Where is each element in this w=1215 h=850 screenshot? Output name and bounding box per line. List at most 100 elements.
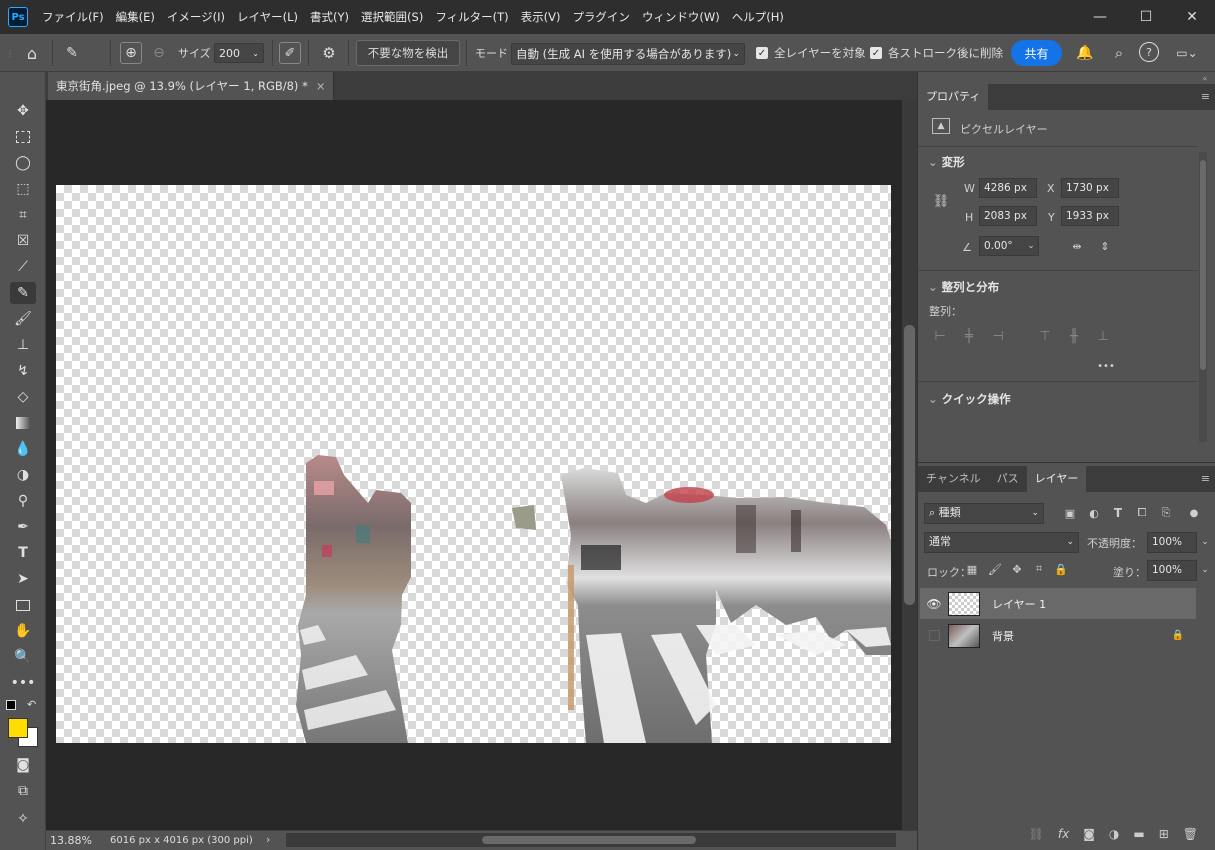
menu-image[interactable]: イメージ(I)	[161, 0, 231, 34]
type-tool-icon[interactable]: T	[10, 542, 36, 564]
close-button[interactable]: ✕	[1169, 0, 1215, 34]
horizontal-scrollbar-thumb[interactable]	[482, 836, 696, 844]
zoom-lens-tool-icon[interactable]: ⚲	[10, 490, 36, 512]
filter-smart-object-icon[interactable]: ⎘	[1158, 505, 1174, 521]
filter-type-icon[interactable]: T	[1110, 505, 1126, 521]
layer-row[interactable]: 背景 🔒	[920, 620, 1196, 651]
dodge-tool-icon[interactable]: ◑	[10, 464, 36, 486]
link-icon[interactable]: ⛓	[933, 192, 950, 210]
swap-colors-icon[interactable]: ↶	[27, 698, 36, 711]
adjustment-layer-icon[interactable]: ◑	[1109, 827, 1119, 841]
filter-toggle-icon[interactable]: ●	[1186, 503, 1202, 523]
lock-artboard-icon[interactable]: ⌗	[1032, 562, 1046, 576]
zoom-tool-icon[interactable]: 🔍	[10, 646, 36, 668]
new-group-icon[interactable]: ▬	[1133, 827, 1144, 841]
subtract-from-stroke-icon[interactable]: ⊖	[148, 42, 170, 64]
filter-pixel-icon[interactable]: ▣	[1062, 505, 1078, 521]
checkbox-all-layers[interactable]: ✓	[756, 47, 768, 59]
add-to-stroke-icon[interactable]: ⊕	[120, 42, 142, 64]
gear-icon[interactable]: ⚙	[316, 40, 342, 66]
align-center-h-icon[interactable]: ╪	[961, 328, 977, 344]
help-icon[interactable]: ?	[1139, 42, 1159, 62]
fill-field[interactable]: 100%	[1147, 560, 1197, 581]
width-field[interactable]: 4286 px	[979, 178, 1037, 198]
visibility-toggle[interactable]	[920, 630, 948, 641]
blur-tool-icon[interactable]: 💧	[10, 438, 36, 460]
tab-layers[interactable]: レイヤー	[1026, 466, 1087, 492]
quick-mask-icon[interactable]: ◙	[10, 754, 36, 776]
menu-view[interactable]: 表示(V)	[515, 0, 567, 34]
link-layers-icon[interactable]: ⛓	[1029, 827, 1044, 841]
object-selection-tool-icon[interactable]: ⬚	[10, 178, 36, 200]
lock-position-icon[interactable]: ✥	[1010, 562, 1024, 576]
panel-menu-icon[interactable]: ≡	[1195, 466, 1215, 492]
share-button[interactable]: 共有	[1011, 40, 1062, 66]
document-canvas[interactable]	[56, 185, 891, 743]
lock-all-icon[interactable]: 🔒	[1054, 562, 1068, 576]
hand-tool-icon[interactable]: ✋	[10, 620, 36, 642]
history-brush-tool-icon[interactable]: ↯	[10, 360, 36, 382]
menu-layer[interactable]: レイヤー(L)	[231, 0, 304, 34]
quick-actions-section-header[interactable]: ⌄ クイック操作	[928, 391, 1011, 407]
detect-distractions-button[interactable]: 不要な物を検出	[356, 40, 460, 66]
more-options-button[interactable]: •••	[1096, 360, 1116, 372]
pressure-size-icon[interactable]: ✐	[279, 42, 301, 64]
height-field[interactable]: 2083 px	[979, 206, 1037, 226]
collapse-panels-icon[interactable]: «	[1198, 72, 1212, 84]
tab-channels[interactable]: チャンネル	[918, 466, 989, 492]
gradient-tool-icon[interactable]	[10, 412, 36, 434]
opacity-field[interactable]: 100%	[1147, 532, 1197, 553]
canvas-area[interactable]	[46, 100, 902, 830]
align-left-icon[interactable]: ⊢	[932, 328, 948, 344]
chevron-down-icon[interactable]: ⌄	[1199, 534, 1211, 550]
move-tool-icon[interactable]: ✥	[10, 100, 36, 122]
chevron-down-icon[interactable]: ⌄	[1199, 562, 1211, 578]
delete-layer-icon[interactable]: 🗑	[1183, 827, 1198, 841]
transform-section-header[interactable]: ⌄ 変形	[928, 154, 965, 170]
clone-stamp-tool-icon[interactable]: ⊥	[10, 334, 36, 356]
remove-tool-icon[interactable]: ✎	[10, 282, 36, 304]
align-section-header[interactable]: ⌄ 整列と分布	[928, 279, 999, 295]
maximize-button[interactable]: ☐	[1123, 0, 1169, 34]
layer-style-icon[interactable]: fx	[1058, 827, 1069, 841]
align-middle-v-icon[interactable]: ╫	[1066, 328, 1082, 344]
y-field[interactable]: 1933 px	[1061, 206, 1119, 226]
screen-mode-icon[interactable]: ⧉	[10, 780, 36, 802]
size-field[interactable]: 200 ⌄	[214, 43, 264, 63]
align-right-icon[interactable]: ⊣	[990, 328, 1006, 344]
layer-row[interactable]: 👁 レイヤー 1	[920, 588, 1196, 619]
filter-adjustment-icon[interactable]: ◐	[1086, 505, 1102, 521]
menu-plugins[interactable]: プラグイン	[566, 0, 636, 34]
filter-shape-icon[interactable]: ⧠	[1134, 505, 1150, 521]
tab-paths[interactable]: パス	[989, 466, 1027, 492]
lock-image-icon[interactable]: 🖌	[988, 562, 1002, 576]
menu-edit[interactable]: 編集(E)	[110, 0, 161, 34]
align-bottom-icon[interactable]: ⊥	[1095, 328, 1111, 344]
generative-icon[interactable]: ✧	[10, 808, 36, 830]
workspace-icon[interactable]: ▭⌄	[1170, 40, 1204, 66]
x-field[interactable]: 1730 px	[1061, 178, 1119, 198]
menu-window[interactable]: ウィンドウ(W)	[636, 0, 726, 34]
document-tab[interactable]: 東京街角.jpeg @ 13.9% (レイヤー 1, RGB/8) * ×	[48, 72, 335, 100]
properties-scrollbar[interactable]	[1199, 152, 1207, 442]
chevron-right-icon[interactable]: ›	[266, 833, 270, 846]
frame-tool-icon[interactable]: ☒	[10, 230, 36, 252]
chevron-down-icon[interactable]: ⌄	[1024, 238, 1038, 254]
crop-tool-icon[interactable]: ⌗	[10, 204, 36, 226]
layer-filter-select[interactable]: ⌕ 種類 ⌄	[924, 503, 1044, 524]
default-colors-icon[interactable]	[6, 700, 16, 710]
zoom-level[interactable]: 13.88%	[50, 834, 100, 847]
vertical-scrollbar-thumb[interactable]	[904, 325, 915, 605]
pen-tool-icon[interactable]: ✒	[10, 516, 36, 538]
menu-select[interactable]: 選択範囲(S)	[355, 0, 429, 34]
eraser-tool-icon[interactable]: ◇	[10, 386, 36, 408]
lasso-tool-icon[interactable]: ◯	[10, 152, 36, 174]
menu-help[interactable]: ヘルプ(H)	[726, 0, 790, 34]
blend-mode-select[interactable]: 通常 ⌄	[924, 532, 1079, 553]
delete-after-stroke-option[interactable]: ✓ 各ストローク後に削除	[870, 34, 1003, 72]
tab-properties[interactable]: プロパティ	[918, 84, 989, 110]
foreground-color-swatch[interactable]	[8, 718, 28, 738]
menu-filter[interactable]: フィルター(T)	[429, 0, 514, 34]
home-icon[interactable]: ⌂	[18, 40, 46, 66]
notification-icon[interactable]: 🔔	[1073, 40, 1097, 66]
